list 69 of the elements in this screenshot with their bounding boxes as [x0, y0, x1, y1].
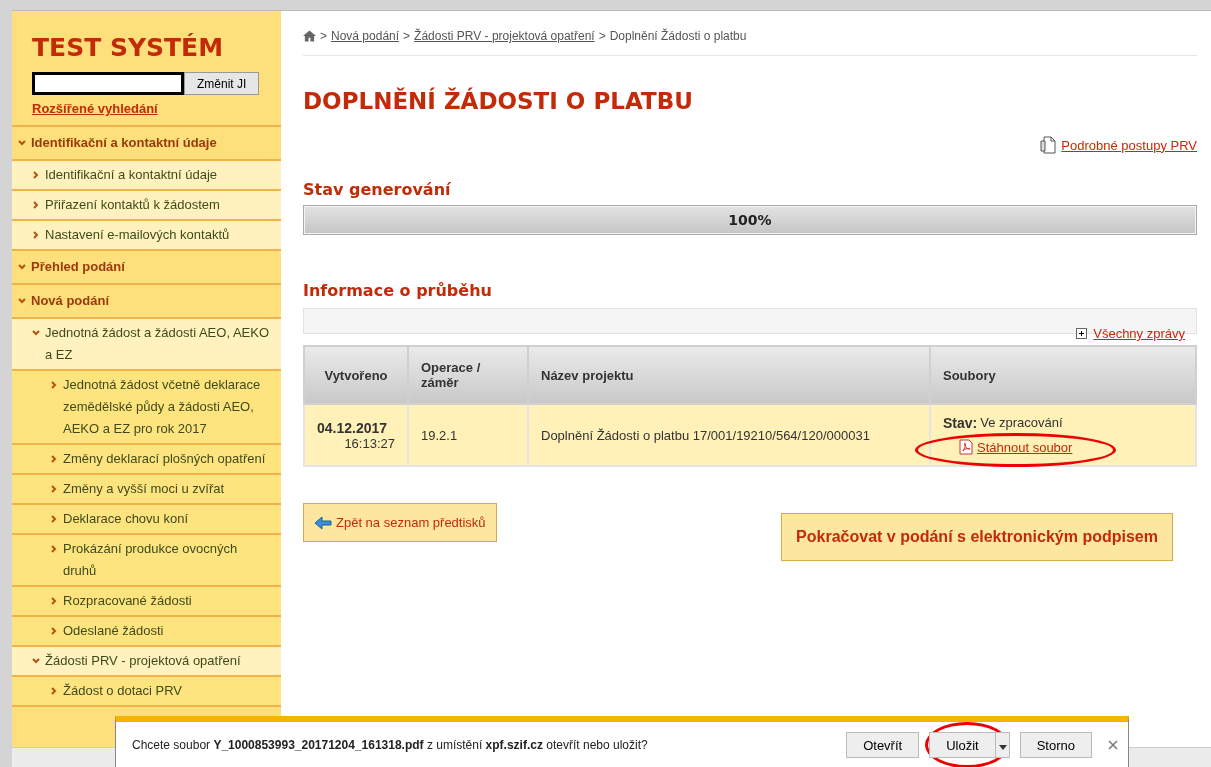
expand-icon[interactable] [1076, 328, 1088, 339]
chevron-right-icon [50, 627, 58, 635]
chevron-right-icon [50, 515, 58, 523]
sidebar-item[interactable]: Změny deklarací plošných opatření [12, 445, 281, 475]
sidebar-item[interactable]: Jednotná žádost včetně deklarace zemědělské půdy a žádosti AEO, AEKO a EZ pro rok 2017 [12, 371, 281, 445]
sidebar-item[interactable]: Deklarace chovu koní [12, 505, 281, 535]
column-header: Vytvořeno [304, 346, 408, 404]
time-text: 16:13:27 [343, 435, 395, 451]
chevron-right-icon [50, 455, 58, 463]
chevron-down-icon [32, 657, 40, 665]
cancel-button[interactable]: Storno [1019, 732, 1092, 758]
chevron-right-icon [50, 545, 58, 553]
pdf-icon [959, 439, 973, 455]
chevron-right-icon [50, 597, 58, 605]
site-title: TEST SYSTÉM [32, 33, 224, 62]
progress-reading: 100% [727, 212, 773, 228]
date-text: 04.12.2017 [317, 419, 389, 436]
home-icon[interactable] [303, 30, 316, 42]
arrow-left-icon [314, 515, 332, 530]
back-button[interactable]: Zpět na seznam předtisků [303, 503, 497, 542]
section-heading: Informace o průběhu [303, 281, 493, 300]
advanced-search-link[interactable]: Rozšířené vyhledání [32, 101, 158, 116]
section-heading: Stav generování [303, 180, 452, 199]
table-cell: Doplnění Žádosti o platbu 17/001/19210/564/120/000031 [528, 404, 930, 466]
sidebar-item[interactable]: Nastavení e-mailových kontaktů [12, 221, 281, 251]
breadcrumb-current: Doplnění Žádosti o platbu [609, 29, 747, 43]
sidebar-item[interactable]: Prokázání produkce ovocných druhů [12, 535, 281, 587]
sidebar-item[interactable]: Žádost o dotaci PRV [12, 677, 281, 707]
sidebar-item[interactable]: Jednotná žádost a žádosti AEO, AEKO a EZ [12, 319, 281, 371]
breadcrumb-separator: > [598, 29, 606, 43]
chevron-right-icon [50, 485, 58, 493]
sidebar-item[interactable]: Identifikační a kontaktní údaje [12, 161, 281, 191]
help-link[interactable]: Podrobné postupy PRV [1061, 137, 1197, 153]
open-button[interactable]: Otevřít [846, 732, 920, 758]
status-value: Ve zpracování [980, 415, 1063, 431]
sidebar-item[interactable]: Změny a vyšší moci u zvířat [12, 475, 281, 505]
download-message: Chcete soubor Y_1000853993_20171204_161318.pdf z umístění xpf.szif.cz otevřít nebo uložit? [132, 738, 649, 752]
chevron-down-icon [18, 297, 26, 305]
chevron-right-icon [32, 201, 40, 209]
breadcrumb-separator: > [403, 29, 411, 43]
continue-button[interactable]: Pokračovat v podání s elektronickým podpisem [781, 513, 1173, 561]
chevron-down-icon [18, 263, 26, 271]
chevron-right-icon [32, 231, 40, 239]
close-icon[interactable] [1108, 740, 1118, 750]
sidebar-item[interactable]: Přiřazení kontaktů k žádostem [12, 191, 281, 221]
document-icon [1040, 136, 1057, 154]
save-button[interactable]: Uložit [929, 732, 996, 758]
all-messages-link[interactable]: Všechny zprávy [1093, 326, 1185, 341]
chevron-right-icon [50, 687, 58, 695]
table-cell: 19.2.1 [408, 404, 528, 466]
sidebar-item[interactable]: Odeslané žádosti [12, 617, 281, 647]
breadcrumb-separator: > [320, 29, 327, 43]
chevron-right-icon [32, 171, 40, 179]
caret-icon [998, 744, 1007, 750]
chevron-down-icon [32, 329, 40, 337]
breadcrumb-link[interactable]: Nová podání [331, 29, 400, 43]
chevron-right-icon [50, 381, 58, 389]
sidebar-item[interactable]: Žádosti PRV - projektová opatření [12, 647, 281, 677]
chevron-down-icon [18, 139, 26, 147]
column-header: Název projektu [528, 346, 930, 404]
search-field[interactable] [32, 72, 184, 95]
sidebar-item[interactable]: Rozpracované žádosti [12, 587, 281, 617]
page-title: DOPLNĚNÍ ŽÁDOSTI O PLATBU [303, 88, 694, 114]
column-header: Operace / záměr [408, 346, 528, 404]
column-header: Soubory [930, 346, 1196, 404]
status-label: Stav: [943, 415, 978, 431]
breadcrumb-link[interactable]: Žádosti PRV - projektová opatření [414, 29, 595, 43]
change-button[interactable]: Změnit JI [184, 72, 260, 95]
download-link[interactable]: Stáhnout soubor [977, 439, 1073, 455]
